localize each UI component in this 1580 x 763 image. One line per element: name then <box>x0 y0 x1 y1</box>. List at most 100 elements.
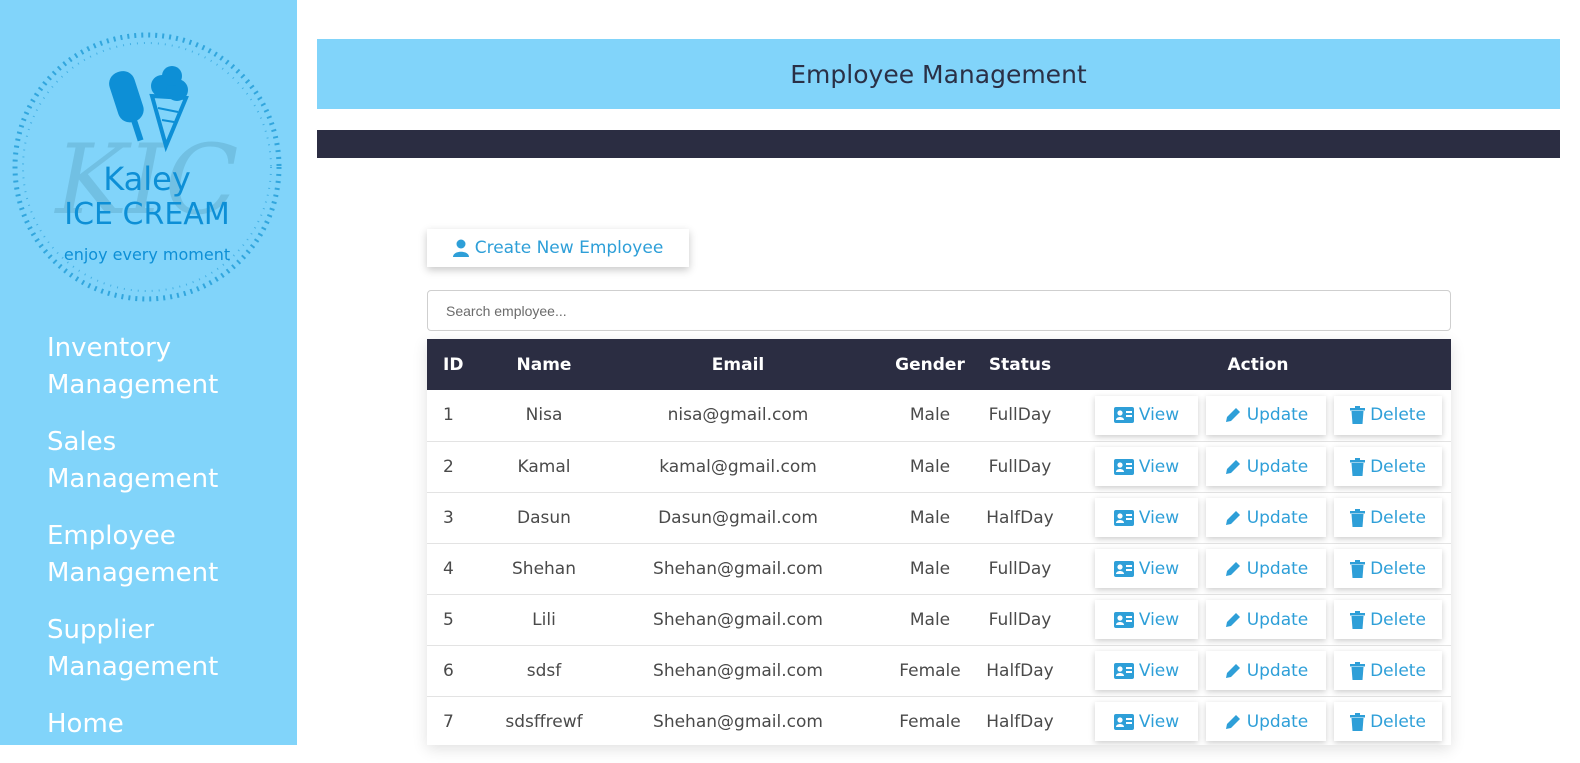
cell-name: Dasun <box>517 507 571 528</box>
cell-gender: Male <box>909 507 951 528</box>
sidebar-item-employee[interactable]: Employee Management <box>47 518 247 592</box>
view-button[interactable]: View <box>1095 600 1198 639</box>
update-button[interactable]: Update <box>1206 395 1326 435</box>
table-body: 1 Nisa nisa@gmail.com Male FullDay View <box>427 390 1451 745</box>
cell-id: 4 <box>443 558 454 579</box>
cell-name: Nisa <box>525 405 563 426</box>
sidebar-item-home[interactable]: Home <box>47 706 247 743</box>
update-button[interactable]: Update <box>1206 600 1326 639</box>
cell-name: sdsffrewf <box>505 711 583 732</box>
update-button[interactable]: Update <box>1206 651 1326 690</box>
cell-id: 5 <box>443 609 454 630</box>
table-header-row: ID Name Email Gender Status Action <box>427 339 1451 390</box>
cell-actions: View Update Delete <box>1065 390 1451 441</box>
trash-icon <box>1350 508 1366 527</box>
table-row: 3 Dasun Dasun@gmail.com Male HalfDay Vie… <box>427 492 1451 543</box>
cell-status: HalfDay <box>986 711 1054 732</box>
column-header-action: Action <box>1227 354 1289 375</box>
cell-id: 1 <box>443 405 454 426</box>
id-card-icon <box>1113 611 1134 628</box>
sidebar-item-inventory[interactable]: Inventory Management <box>47 330 247 404</box>
id-card-icon <box>1113 407 1134 424</box>
cell-email: Shehan@gmail.com <box>653 558 823 579</box>
view-button[interactable]: View <box>1095 702 1198 741</box>
delete-label: Delete <box>1370 711 1426 732</box>
cell-actions: View Update Delete <box>1065 645 1451 696</box>
cell-email: Shehan@gmail.com <box>653 609 823 630</box>
brand-logo[interactable]: KIC Kaley ICE CREAM enjoy every moment <box>8 28 286 306</box>
pencil-icon <box>1225 561 1240 576</box>
view-button[interactable]: View <box>1095 447 1198 486</box>
update-label: Update <box>1246 711 1309 732</box>
trash-icon <box>1350 610 1366 629</box>
view-label: View <box>1138 405 1180 426</box>
update-label: Update <box>1246 456 1309 477</box>
update-button[interactable]: Update <box>1206 702 1326 741</box>
logo-name-line2: ICE CREAM <box>64 197 229 232</box>
pencil-icon <box>1225 663 1240 678</box>
update-label: Update <box>1246 660 1309 681</box>
header-divider <box>317 130 1560 158</box>
delete-label: Delete <box>1370 609 1426 630</box>
trash-icon <box>1350 559 1366 578</box>
delete-button[interactable]: Delete <box>1334 498 1442 537</box>
table-row: 1 Nisa nisa@gmail.com Male FullDay View <box>427 390 1451 441</box>
sidebar-item-supplier[interactable]: Supplier Management <box>47 612 247 686</box>
view-button[interactable]: View <box>1095 498 1198 537</box>
id-card-icon <box>1113 458 1134 475</box>
view-button[interactable]: View <box>1095 549 1198 588</box>
pencil-icon <box>1225 510 1240 525</box>
delete-button[interactable]: Delete <box>1334 447 1442 486</box>
column-header-email: Email <box>711 354 765 375</box>
update-button[interactable]: Update <box>1206 549 1326 588</box>
sidebar-nav: Inventory Management Sales Management Em… <box>47 330 247 763</box>
update-label: Update <box>1246 507 1309 528</box>
delete-button[interactable]: Delete <box>1334 651 1442 690</box>
table-row: 7 sdsffrewf Shehan@gmail.com Female Half… <box>427 696 1451 745</box>
cell-email: nisa@gmail.com <box>667 405 809 426</box>
delete-button[interactable]: Delete <box>1334 549 1442 588</box>
delete-button[interactable]: Delete <box>1334 600 1442 639</box>
cell-gender: Male <box>909 456 951 477</box>
page-title: Employee Management <box>790 59 1087 89</box>
cell-name: sdsf <box>526 660 562 681</box>
logo-graphic: KIC Kaley ICE CREAM enjoy every moment <box>12 32 282 302</box>
trash-icon <box>1350 661 1366 680</box>
update-button[interactable]: Update <box>1206 498 1326 537</box>
pencil-icon <box>1225 612 1240 627</box>
create-employee-label: Create New Employee <box>474 238 664 258</box>
update-button[interactable]: Update <box>1206 447 1326 486</box>
cell-gender: Female <box>899 711 961 732</box>
trash-icon <box>1350 712 1366 731</box>
cell-status: FullDay <box>988 405 1052 426</box>
search-input[interactable] <box>427 290 1451 331</box>
update-label: Update <box>1246 558 1309 579</box>
view-button[interactable]: View <box>1095 395 1198 435</box>
delete-button[interactable]: Delete <box>1334 702 1442 741</box>
cell-gender: Male <box>909 609 951 630</box>
id-card-icon <box>1113 509 1134 526</box>
user-icon <box>452 239 469 257</box>
delete-label: Delete <box>1370 507 1426 528</box>
cell-actions: View Update Delete <box>1065 492 1451 543</box>
cell-id: 7 <box>443 711 454 732</box>
cell-name: Lili <box>532 609 556 630</box>
view-label: View <box>1138 711 1180 732</box>
cell-id: 6 <box>443 660 454 681</box>
create-employee-button[interactable]: Create New Employee <box>427 229 689 267</box>
cell-status: FullDay <box>988 558 1052 579</box>
cell-email: kamal@gmail.com <box>659 456 817 477</box>
table-row: 4 Shehan Shehan@gmail.com Male FullDay V… <box>427 543 1451 594</box>
view-button[interactable]: View <box>1095 651 1198 690</box>
view-label: View <box>1138 660 1180 681</box>
page-header: Employee Management <box>317 39 1560 109</box>
cell-status: FullDay <box>988 456 1052 477</box>
logo-tagline: enjoy every moment <box>64 245 230 264</box>
delete-button[interactable]: Delete <box>1334 395 1442 435</box>
view-label: View <box>1138 507 1180 528</box>
cell-status: HalfDay <box>986 507 1054 528</box>
cell-gender: Female <box>899 660 961 681</box>
cell-name: Kamal <box>517 456 571 477</box>
sidebar: KIC Kaley ICE CREAM enjoy every moment I… <box>0 0 297 745</box>
sidebar-item-sales[interactable]: Sales Management <box>47 424 247 498</box>
